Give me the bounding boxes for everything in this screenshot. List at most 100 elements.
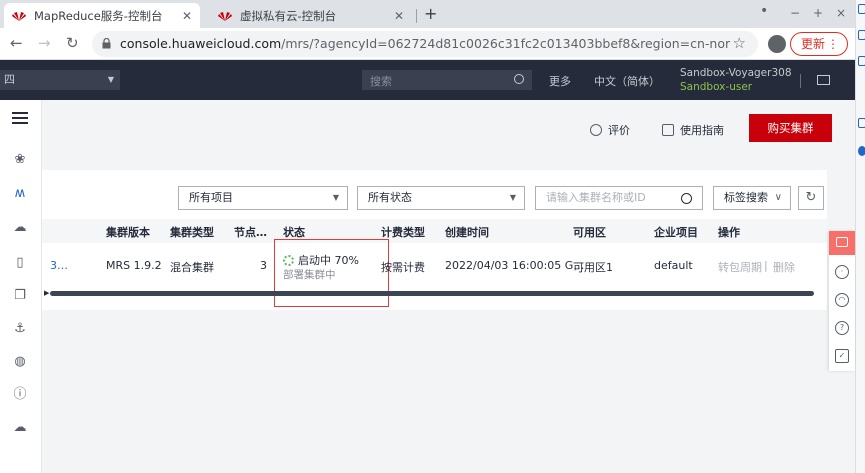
bookmark-star-icon[interactable]: ☆ [733, 34, 746, 52]
desktop-icon[interactable] [858, 56, 865, 66]
page-toolbar: 评价 使用指南 购买集群 [42, 100, 855, 162]
smile-icon [590, 124, 602, 136]
tab-title: MapReduce服务-控制台 [34, 8, 163, 23]
desktop-icon[interactable] [858, 146, 865, 156]
col-version[interactable]: 集群版本 [106, 224, 150, 240]
help-icon[interactable]: ? [835, 321, 849, 335]
database-icon[interactable]: ☁ [12, 220, 28, 236]
language-switch[interactable]: 中文（简体） [594, 73, 660, 89]
cluster-substatus: 部署集群中 [283, 269, 336, 281]
enterprise-project: default [654, 259, 693, 272]
maximize-icon[interactable]: + [813, 6, 823, 20]
account-name: Sandbox-Voyager308 [680, 67, 792, 79]
availability-zone: 可用区1 [573, 261, 613, 274]
col-billing[interactable]: 计费类型 [381, 224, 425, 240]
address-bar[interactable]: console.huaweicloud.com/mrs/?agencyId=06… [92, 31, 758, 57]
cluster-nodes: 3 [260, 259, 267, 272]
ip-icon[interactable]: ⓘ [12, 387, 28, 403]
browser-menu-dot-icon[interactable]: • [760, 3, 768, 19]
cloud-icon[interactable]: ☁ [12, 420, 28, 436]
buy-cluster-button[interactable]: 购买集群 [749, 114, 832, 142]
ship-icon[interactable]: ⚓ [12, 321, 28, 337]
col-project[interactable]: 企业项目 [654, 224, 698, 240]
search-icon[interactable] [681, 193, 692, 204]
update-label: 更新 [801, 37, 826, 51]
header-divider [800, 74, 801, 88]
profile-avatar[interactable] [768, 35, 786, 53]
account-menu[interactable]: Sandbox-Voyager308 Sandbox-user [680, 66, 792, 94]
refresh-button[interactable]: ↻ [798, 186, 824, 210]
more-link[interactable]: 更多 [549, 73, 571, 89]
close-window-icon[interactable]: × [836, 6, 846, 20]
desktop-icon[interactable] [858, 30, 865, 40]
huawei-logo-icon [12, 11, 26, 21]
rate-label: 评价 [608, 124, 630, 137]
search-icon [514, 74, 524, 84]
action-separator: | [764, 259, 768, 272]
cluster-service-icon[interactable]: ❀ [12, 152, 28, 168]
account-sub: Sandbox-user [680, 81, 753, 93]
cluster-search-input[interactable]: 请输入集群名称或ID [535, 186, 703, 210]
renew-action[interactable]: 转包周期 [718, 259, 762, 275]
reload-icon[interactable]: ↻ [66, 34, 79, 52]
caret-down-icon: ▼ [509, 193, 516, 202]
lock-icon [102, 38, 111, 49]
tag-search-button[interactable]: 标签搜索 ∨ [713, 186, 791, 210]
menu-icon[interactable] [12, 112, 28, 124]
rate-link[interactable]: 评价 [590, 122, 630, 138]
col-status[interactable]: 状态 [283, 224, 305, 240]
horizontal-scrollbar[interactable] [50, 291, 814, 296]
globe-icon[interactable]: ◍ [12, 354, 28, 370]
kebab-menu-icon: ⋮ [827, 37, 839, 51]
copy-icon[interactable]: ❐ [12, 288, 28, 304]
guide-label: 使用指南 [680, 124, 724, 137]
cluster-name[interactable]: 3… [50, 259, 68, 272]
chevron-down-icon: ∨ [774, 192, 782, 203]
project-filter[interactable]: 所有项目 ▼ [178, 186, 348, 210]
desktop-icon[interactable] [858, 4, 865, 14]
status-filter[interactable]: 所有状态 ▼ [357, 186, 525, 210]
desktop-icon[interactable] [858, 118, 865, 128]
refresh-icon: ↻ [805, 190, 817, 205]
tab-vpc[interactable]: 虚拟私有云-控制台 ✕ [210, 3, 412, 28]
minimize-icon[interactable]: − [790, 6, 800, 20]
region-label: 四 [4, 73, 15, 86]
edit-icon[interactable]: ✓ [835, 349, 849, 363]
close-tab-icon[interactable]: ✕ [182, 9, 192, 23]
project-filter-value: 所有项目 [189, 191, 233, 204]
update-button[interactable]: 更新 ⋮ [790, 32, 848, 56]
expand-row-icon[interactable]: ▶ [44, 289, 49, 297]
mail-icon[interactable] [817, 75, 830, 85]
header-search[interactable]: 搜索 [362, 70, 532, 90]
col-nodes[interactable]: 节点… [234, 224, 267, 240]
huawei-logo-icon [218, 11, 232, 21]
tag-search-label: 标签搜索 [724, 191, 768, 204]
feedback-button[interactable] [829, 231, 855, 255]
close-tab-icon[interactable]: ✕ [394, 9, 404, 23]
new-tab-button[interactable]: + [424, 4, 437, 23]
caret-down-icon: ▼ [107, 75, 114, 84]
tab-mapreduce[interactable]: MapReduce服务-控制台 ✕ [4, 3, 200, 28]
tab-divider [416, 9, 417, 23]
table-row[interactable]: 3… MRS 1.9.2 混合集群 3 启动中 70% 部署集群中 按需计费 2… [42, 239, 827, 307]
desktop-edge [855, 0, 865, 473]
mapreduce-icon[interactable]: ʍ [12, 186, 28, 202]
delete-action[interactable]: 删除 [773, 259, 795, 275]
storage-icon[interactable]: ▯ [12, 255, 28, 271]
guide-link[interactable]: 使用指南 [662, 122, 724, 138]
browser-tabbar: MapReduce服务-控制台 ✕ 虚拟私有云-控制台 ✕ + • − + × [0, 0, 855, 28]
back-icon[interactable]: ← [10, 34, 23, 52]
col-created[interactable]: 创建时间 [445, 224, 489, 240]
url-host: console.huaweicloud.com [120, 36, 282, 51]
caret-down-icon: ▼ [332, 193, 339, 202]
col-type[interactable]: 集群类型 [170, 224, 214, 240]
loading-spinner-icon [283, 255, 294, 266]
region-selector[interactable]: 四 ▼ [0, 70, 120, 90]
forward-icon[interactable]: → [38, 34, 51, 52]
smile-icon[interactable]: · [835, 265, 849, 279]
url-text: console.huaweicloud.com/mrs/?agencyId=06… [120, 36, 730, 51]
headset-icon[interactable]: ◠ [835, 293, 849, 307]
col-az[interactable]: 可用区 [573, 224, 606, 240]
floating-toolbox: · ◠ ? ✓ [829, 231, 855, 371]
billing-type: 按需计费 [381, 261, 425, 274]
